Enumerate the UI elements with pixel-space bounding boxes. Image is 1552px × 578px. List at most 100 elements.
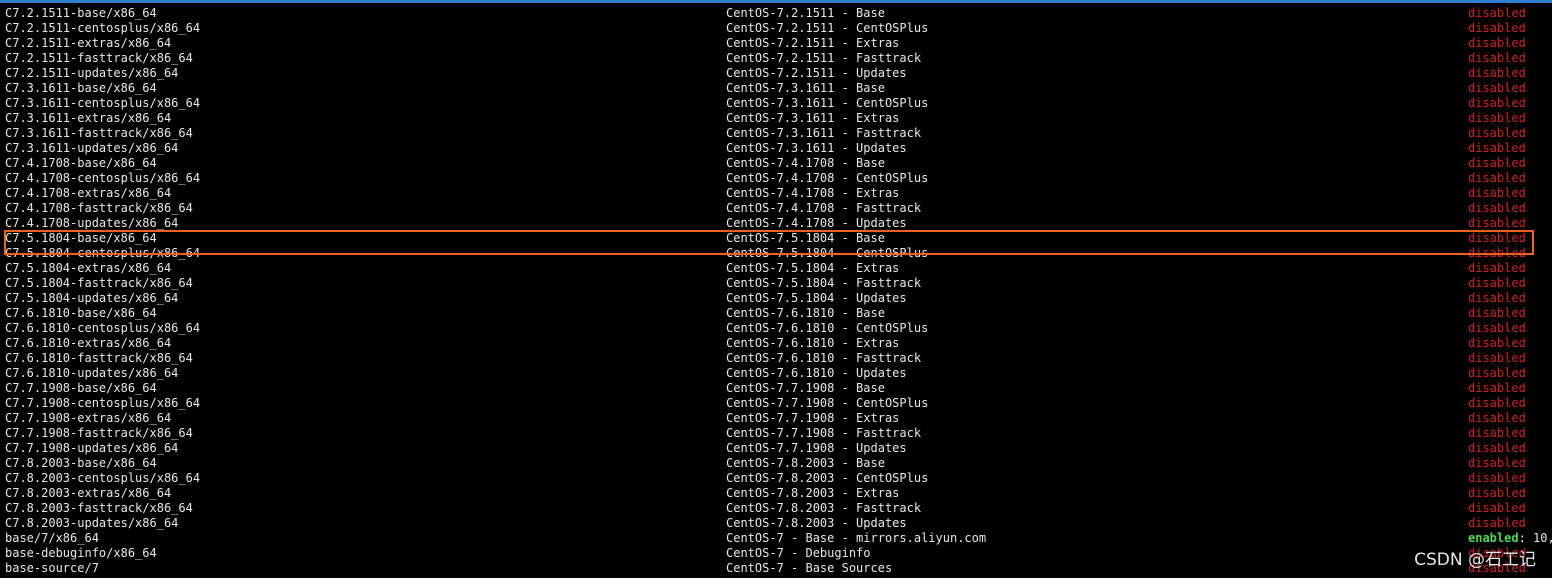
repo-status-label: disabled bbox=[1468, 321, 1526, 335]
repo-status: disabled bbox=[1468, 456, 1526, 471]
repo-status: disabled bbox=[1468, 321, 1526, 336]
repo-id: C7.5.1804-base/x86_64 bbox=[5, 231, 157, 245]
repo-status: disabled bbox=[1468, 81, 1526, 96]
repo-name: CentOS-7.8.2003 - Extras bbox=[726, 486, 900, 500]
repo-status-label: disabled bbox=[1468, 501, 1526, 515]
repo-row: C7.4.1708-centosplus/x86_64 CentOS-7.4.17… bbox=[0, 171, 1552, 186]
repo-id: C7.8.2003-extras/x86_64 bbox=[5, 486, 172, 500]
repo-status-label: disabled bbox=[1468, 306, 1526, 320]
repo-status: disabled bbox=[1468, 261, 1526, 276]
repo-id: C7.2.1511-base/x86_64 bbox=[5, 6, 157, 20]
repo-name: CentOS-7.7.1908 - Updates bbox=[726, 441, 907, 455]
repo-status: disabled bbox=[1468, 186, 1526, 201]
repo-status: disabled bbox=[1468, 426, 1526, 441]
repo-id: base-source/7 bbox=[5, 561, 99, 575]
repo-package-count: : 10, bbox=[1518, 531, 1552, 545]
repo-name: CentOS-7.8.2003 - CentOSPlus bbox=[726, 471, 929, 485]
repo-row: C7.7.1908-centosplus/x86_64 CentOS-7.7.19… bbox=[0, 396, 1552, 411]
repo-status: disabled bbox=[1468, 51, 1526, 66]
repo-status: disabled bbox=[1468, 216, 1526, 231]
repo-id: C7.4.1708-centosplus/x86_64 bbox=[5, 171, 201, 185]
repo-status: disabled bbox=[1468, 156, 1526, 171]
repo-status: disabled bbox=[1468, 306, 1526, 321]
repo-status-label: disabled bbox=[1468, 216, 1526, 230]
repo-id: C7.2.1511-centosplus/x86_64 bbox=[5, 21, 201, 35]
repo-status-label: disabled bbox=[1468, 366, 1526, 380]
repo-status-label: disabled bbox=[1468, 471, 1526, 485]
repo-id: C7.5.1804-updates/x86_64 bbox=[5, 291, 179, 305]
repo-name: CentOS-7.7.1908 - Base bbox=[726, 381, 885, 395]
repo-status: disabled bbox=[1468, 36, 1526, 51]
repo-row: C7.3.1611-fasttrack/x86_64 CentOS-7.3.161… bbox=[0, 126, 1552, 141]
repo-name: CentOS-7 - Debuginfo bbox=[726, 546, 871, 560]
repo-status-label: disabled bbox=[1468, 96, 1526, 110]
repo-status-label: disabled bbox=[1468, 246, 1526, 260]
repo-status-label: disabled bbox=[1468, 426, 1526, 440]
window-top-border bbox=[0, 0, 1552, 3]
watermark: CSDN @石工记 bbox=[1414, 550, 1536, 570]
repo-id: C7.2.1511-extras/x86_64 bbox=[5, 36, 172, 50]
repo-row: C7.6.1810-extras/x86_64 CentOS-7.6.1810 -… bbox=[0, 336, 1552, 351]
repo-status-label: disabled bbox=[1468, 396, 1526, 410]
repo-id: C7.3.1611-extras/x86_64 bbox=[5, 111, 172, 125]
repo-id: C7.5.1804-extras/x86_64 bbox=[5, 261, 172, 275]
repo-id: C7.6.1810-updates/x86_64 bbox=[5, 366, 179, 380]
repo-status-label: disabled bbox=[1468, 486, 1526, 500]
repo-status-label: disabled bbox=[1468, 186, 1526, 200]
repo-row: C7.6.1810-base/x86_64 CentOS-7.6.1810 - B… bbox=[0, 306, 1552, 321]
repo-row: C7.3.1611-base/x86_64 CentOS-7.3.1611 - B… bbox=[0, 81, 1552, 96]
repo-id: C7.7.1908-fasttrack/x86_64 bbox=[5, 426, 193, 440]
repo-row: C7.2.1511-updates/x86_64 CentOS-7.2.1511 … bbox=[0, 66, 1552, 81]
repo-id: C7.8.2003-centosplus/x86_64 bbox=[5, 471, 201, 485]
repo-name: CentOS-7.2.1511 - Fasttrack bbox=[726, 51, 922, 65]
repo-id: C7.5.1804-fasttrack/x86_64 bbox=[5, 276, 193, 290]
repo-row: C7.7.1908-updates/x86_64 CentOS-7.7.1908 … bbox=[0, 441, 1552, 456]
repo-id: base/7/x86_64 bbox=[5, 531, 99, 545]
repo-status-label: disabled bbox=[1468, 456, 1526, 470]
repo-name: CentOS-7.7.1908 - CentOSPlus bbox=[726, 396, 929, 410]
repo-name: CentOS-7.2.1511 - Base bbox=[726, 6, 885, 20]
repo-status-label: enabled bbox=[1468, 531, 1519, 545]
repo-status-label: disabled bbox=[1468, 516, 1526, 530]
repo-row: C7.8.2003-extras/x86_64 CentOS-7.8.2003 -… bbox=[0, 486, 1552, 501]
repo-id: C7.3.1611-updates/x86_64 bbox=[5, 141, 179, 155]
repo-name: CentOS-7.3.1611 - Extras bbox=[726, 111, 900, 125]
repo-name: CentOS-7.2.1511 - CentOSPlus bbox=[726, 21, 929, 35]
repo-name: CentOS-7 - Base Sources bbox=[726, 561, 893, 575]
repo-row: C7.5.1804-updates/x86_64 CentOS-7.5.1804 … bbox=[0, 291, 1552, 306]
repo-row: C7.2.1511-fasttrack/x86_64 CentOS-7.2.151… bbox=[0, 51, 1552, 66]
repo-status: disabled bbox=[1468, 66, 1526, 81]
repo-id: C7.8.2003-base/x86_64 bbox=[5, 456, 157, 470]
repo-status: disabled bbox=[1468, 96, 1526, 111]
repo-row: C7.6.1810-fasttrack/x86_64 CentOS-7.6.181… bbox=[0, 351, 1552, 366]
repo-row: C7.8.2003-centosplus/x86_64 CentOS-7.8.20… bbox=[0, 471, 1552, 486]
repo-name: CentOS-7.5.1804 - Extras bbox=[726, 261, 900, 275]
repo-status-label: disabled bbox=[1468, 231, 1526, 245]
repo-id: C7.3.1611-fasttrack/x86_64 bbox=[5, 126, 193, 140]
repo-id: C7.2.1511-fasttrack/x86_64 bbox=[5, 51, 193, 65]
repo-id: C7.6.1810-extras/x86_64 bbox=[5, 336, 172, 350]
repo-row: C7.5.1804-base/x86_64 CentOS-7.5.1804 - B… bbox=[0, 231, 1552, 246]
repo-name: CentOS-7.3.1611 - Updates bbox=[726, 141, 907, 155]
repo-row: C7.8.2003-fasttrack/x86_64 CentOS-7.8.200… bbox=[0, 501, 1552, 516]
repo-status: disabled bbox=[1468, 516, 1526, 531]
repo-name: CentOS-7.5.1804 - Base bbox=[726, 231, 885, 245]
repo-name: CentOS-7.5.1804 - CentOSPlus bbox=[726, 246, 929, 260]
repo-status: disabled bbox=[1468, 441, 1526, 456]
repo-id: C7.6.1810-base/x86_64 bbox=[5, 306, 157, 320]
repo-name: CentOS-7.5.1804 - Updates bbox=[726, 291, 907, 305]
repo-status: disabled bbox=[1468, 291, 1526, 306]
repo-status: enabled: 10, bbox=[1468, 531, 1552, 546]
repo-name: CentOS-7.6.1810 - Updates bbox=[726, 366, 907, 380]
repo-id: C7.5.1804-centosplus/x86_64 bbox=[5, 246, 201, 260]
repo-status-label: disabled bbox=[1468, 381, 1526, 395]
repo-status: disabled bbox=[1468, 381, 1526, 396]
repo-status-label: disabled bbox=[1468, 156, 1526, 170]
repo-status-label: disabled bbox=[1468, 336, 1526, 350]
repo-status: disabled bbox=[1468, 351, 1526, 366]
repo-id: base-debuginfo/x86_64 bbox=[5, 546, 157, 560]
repo-id: C7.4.1708-extras/x86_64 bbox=[5, 186, 172, 200]
repo-name: CentOS-7.6.1810 - Base bbox=[726, 306, 885, 320]
repo-status: disabled bbox=[1468, 411, 1526, 426]
repo-status-label: disabled bbox=[1468, 111, 1526, 125]
